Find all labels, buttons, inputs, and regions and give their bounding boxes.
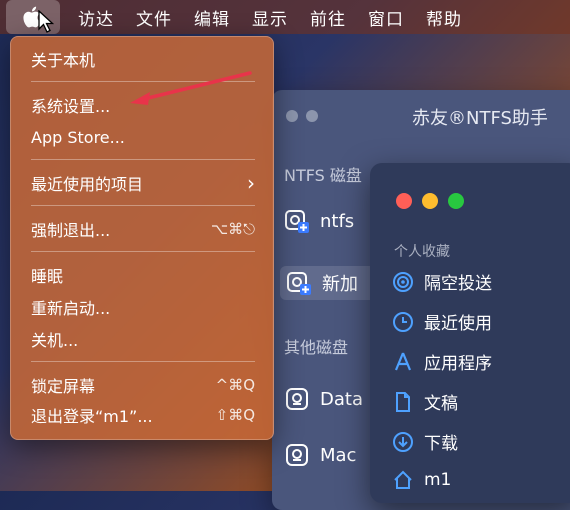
menu-item-restart[interactable]: 重新启动... — [31, 295, 255, 319]
clock-icon — [393, 311, 413, 332]
section-other-disks: 其他磁盘 — [284, 338, 349, 357]
drive-icon — [286, 388, 308, 410]
sidebar-item-recents[interactable]: 最近使用 — [392, 309, 492, 334]
sidebar-item-airdrop[interactable]: 隔空投送 — [392, 269, 492, 294]
favorites-section-label: 个人收藏 — [394, 244, 450, 260]
close-dot[interactable] — [286, 110, 298, 122]
menu-item-label: 重新启动... — [31, 299, 111, 318]
zoom-button[interactable] — [448, 193, 464, 209]
menu-item-label: 关机... — [31, 331, 79, 350]
window-controls[interactable] — [396, 193, 464, 209]
menu-item-label: 退出登录“m1”... — [31, 407, 153, 426]
shortcut-label: ⌥⌘⎋ — [210, 220, 255, 238]
sidebar-item-label: 文稿 — [424, 394, 458, 414]
disk-icon — [287, 272, 311, 295]
menu-edit[interactable]: 编辑 — [194, 5, 230, 30]
mouse-cursor-icon — [38, 10, 54, 33]
window-controls[interactable] — [286, 110, 318, 122]
disk-row-data[interactable]: Data — [284, 386, 363, 412]
disk-name: 新加 — [322, 274, 358, 295]
menu-item-label: App Store... — [31, 127, 125, 147]
menu-item-label: 关于本机 — [31, 51, 96, 70]
ntfs-window-title: 赤友®NTFS助手 — [412, 108, 548, 129]
menu-item-label: 强制退出... — [31, 221, 111, 240]
sidebar-item-label: 应用程序 — [424, 354, 492, 374]
menu-go[interactable]: 前往 — [310, 5, 346, 30]
menu-item-label: 锁定屏幕 — [31, 377, 96, 396]
disk-name: ntfs — [320, 210, 355, 232]
sidebar-item-label: m1 — [424, 470, 452, 490]
download-icon — [393, 431, 413, 452]
close-button[interactable] — [396, 193, 412, 209]
menu-help[interactable]: 帮助 — [426, 5, 462, 30]
disk-name: Data — [320, 388, 363, 410]
menu-separator — [31, 205, 255, 206]
menu-file[interactable]: 文件 — [136, 5, 172, 30]
document-icon — [396, 391, 410, 412]
menu-item-label: 系统设置... — [31, 97, 111, 116]
chevron-right-icon: › — [247, 171, 255, 195]
menu-window[interactable]: 窗口 — [368, 5, 404, 30]
section-ntfs-disks: NTFS 磁盘 — [284, 166, 362, 185]
sidebar-item-label: 最近使用 — [424, 314, 492, 334]
menu-finder[interactable]: 访达 — [78, 5, 114, 30]
disk-row-mac[interactable]: Mac — [284, 442, 356, 468]
finder-window: 个人收藏 隔空投送 最近使用 应用程序 文稿 下载 m1 — [370, 163, 570, 503]
menu-bar: 访达 文件 编辑 显示 前往 窗口 帮助 — [0, 0, 570, 34]
annotation-arrow-icon — [130, 71, 252, 105]
menu-item-about[interactable]: 关于本机 — [31, 47, 255, 71]
home-icon — [394, 470, 412, 489]
menu-item-label: 最近使用的项目 — [31, 175, 144, 194]
disk-row-new[interactable]: 新加 — [280, 266, 382, 300]
disk-icon — [285, 210, 309, 233]
menu-separator — [31, 159, 255, 160]
menu-item-shutdown[interactable]: 关机... — [31, 327, 255, 351]
minimize-button[interactable] — [422, 193, 438, 209]
sidebar-item-label: 隔空投送 — [424, 274, 492, 294]
minimize-dot[interactable] — [306, 110, 318, 122]
menu-item-force-quit[interactable]: 强制退出... ⌥⌘⎋ — [31, 217, 255, 241]
menu-item-label: 睡眠 — [31, 267, 64, 286]
menu-item-log-out[interactable]: 退出登录“m1”... ⇧⌘Q — [31, 403, 255, 427]
shortcut-label: ⇧⌘Q — [215, 406, 255, 424]
sidebar-item-label: 下载 — [424, 434, 458, 454]
sidebar-item-documents[interactable]: 文稿 — [392, 389, 458, 414]
shortcut-label: ^⌘Q — [215, 376, 255, 394]
menu-item-sleep[interactable]: 睡眠 — [31, 263, 255, 287]
sidebar-item-downloads[interactable]: 下载 — [392, 429, 458, 454]
menu-separator — [31, 251, 255, 252]
menu-view[interactable]: 显示 — [252, 5, 288, 30]
menu-item-lock-screen[interactable]: 锁定屏幕 ^⌘Q — [31, 373, 255, 397]
disk-row-ntfs[interactable]: ntfs — [284, 208, 354, 234]
applications-icon — [394, 352, 412, 370]
menu-item-recent-items[interactable]: 最近使用的项目 › — [31, 171, 255, 195]
menu-item-app-store[interactable]: App Store... — [31, 125, 255, 149]
drive-icon — [286, 444, 308, 466]
sidebar-item-applications[interactable]: 应用程序 — [392, 349, 492, 374]
sidebar-item-home[interactable]: m1 — [392, 469, 451, 491]
disk-name: Mac — [320, 444, 357, 466]
airdrop-icon — [393, 271, 413, 292]
menu-separator — [31, 361, 255, 362]
